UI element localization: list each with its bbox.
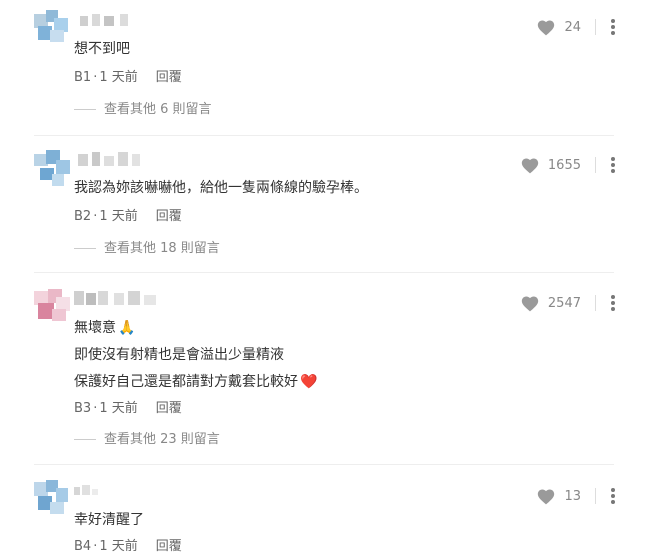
comment-text-line-3: 保護好自己還是都請對方戴套比較好 ❤️	[74, 372, 317, 392]
pray-emoji: 🙏	[118, 320, 136, 336]
view-more-replies-button[interactable]: 查看其他 23 則留言	[74, 431, 220, 449]
avatar[interactable]	[34, 289, 70, 325]
like-button[interactable]: 13	[536, 487, 581, 505]
floor-number: B3	[74, 401, 92, 416]
reply-button[interactable]: 回覆	[156, 70, 182, 85]
action-divider	[595, 19, 596, 35]
comment-b3: 無壞意 🙏 即使沒有射精也是會溢出少量精液 保護好自己還是都請對方戴套比較好 ❤️ …	[0, 273, 656, 464]
like-button[interactable]: 1655	[520, 156, 581, 174]
timestamp: 1 天前	[99, 209, 138, 224]
comment-meta: B2 · 1 天前 回覆	[74, 208, 182, 226]
separator: ·	[93, 70, 98, 85]
view-more-replies-label: 查看其他 18 則留言	[104, 241, 220, 256]
username-blurred[interactable]	[72, 14, 182, 30]
view-more-replies-button[interactable]: 查看其他 6 則留言	[74, 101, 212, 119]
avatar[interactable]	[34, 10, 70, 46]
reply-button[interactable]: 回覆	[156, 209, 182, 224]
username-blurred[interactable]	[72, 291, 182, 307]
avatar[interactable]	[34, 150, 70, 186]
comment-meta: B3 · 1 天前 回覆	[74, 400, 182, 418]
like-count: 24	[564, 19, 581, 35]
floor-number: B4	[74, 539, 92, 554]
more-vertical-icon[interactable]	[610, 19, 616, 35]
heart-icon	[538, 489, 555, 505]
reply-button[interactable]: 回覆	[156, 539, 182, 554]
like-button[interactable]: 24	[536, 18, 581, 36]
heart-icon	[521, 296, 539, 312]
timestamp: 1 天前	[99, 401, 138, 416]
comment-text: 無壞意	[74, 320, 116, 336]
comment-b4: 幸好清醒了 B4 · 1 天前 回覆 13	[0, 465, 656, 555]
username-blurred[interactable]	[72, 485, 182, 501]
reply-button[interactable]: 回覆	[156, 401, 182, 416]
comment-text: 幸好清醒了	[74, 512, 144, 528]
comment-text: 想不到吧	[74, 41, 130, 57]
separator: ·	[93, 539, 98, 554]
comment-text: 我認為妳該嚇嚇他，給他一隻兩條線的驗孕棒。	[74, 180, 368, 196]
heart-icon	[521, 158, 539, 174]
like-count: 2547	[547, 295, 581, 311]
comment-text-line-1: 無壞意 🙏	[74, 318, 135, 338]
avatar[interactable]	[34, 480, 70, 516]
separator: ·	[93, 209, 98, 224]
like-count: 1655	[547, 157, 581, 173]
view-more-replies-label: 查看其他 6 則留言	[104, 102, 212, 117]
comment-meta: B1 · 1 天前 回覆	[74, 69, 182, 87]
dash-divider	[74, 248, 96, 249]
like-count: 13	[564, 488, 581, 504]
comment-meta: B4 · 1 天前 回覆	[74, 538, 182, 556]
comment-text: 保護好自己還是都請對方戴套比較好	[74, 374, 298, 390]
heart-emoji: ❤️	[300, 374, 318, 390]
dash-divider	[74, 109, 96, 110]
comment-actions: 2547	[520, 292, 616, 314]
separator: ·	[93, 401, 98, 416]
more-vertical-icon[interactable]	[610, 295, 616, 311]
view-more-replies-button[interactable]: 查看其他 18 則留言	[74, 240, 220, 258]
like-button[interactable]: 2547	[520, 294, 581, 312]
floor-number: B2	[74, 209, 92, 224]
floor-number: B1	[74, 70, 92, 85]
comment-text-line-2: 即使沒有射精也是會溢出少量精液	[74, 347, 284, 363]
comment-actions: 1655	[520, 154, 616, 176]
more-vertical-icon[interactable]	[610, 157, 616, 173]
timestamp: 1 天前	[99, 70, 138, 85]
more-vertical-icon[interactable]	[610, 488, 616, 504]
view-more-replies-label: 查看其他 23 則留言	[104, 432, 220, 447]
action-divider	[595, 295, 596, 311]
comment-actions: 24	[536, 16, 616, 38]
action-divider	[595, 157, 596, 173]
action-divider	[595, 488, 596, 504]
dash-divider	[74, 439, 96, 440]
comment-b2: 我認為妳該嚇嚇他，給他一隻兩條線的驗孕棒。 B2 · 1 天前 回覆 查看其他 18 …	[0, 136, 656, 272]
comment-actions: 13	[536, 485, 616, 507]
username-blurred[interactable]	[72, 152, 182, 168]
heart-icon	[538, 20, 555, 36]
timestamp: 1 天前	[99, 539, 138, 554]
comment-b1: 想不到吧 B1 · 1 天前 回覆 查看其他 6 則留言 24	[0, 0, 656, 135]
